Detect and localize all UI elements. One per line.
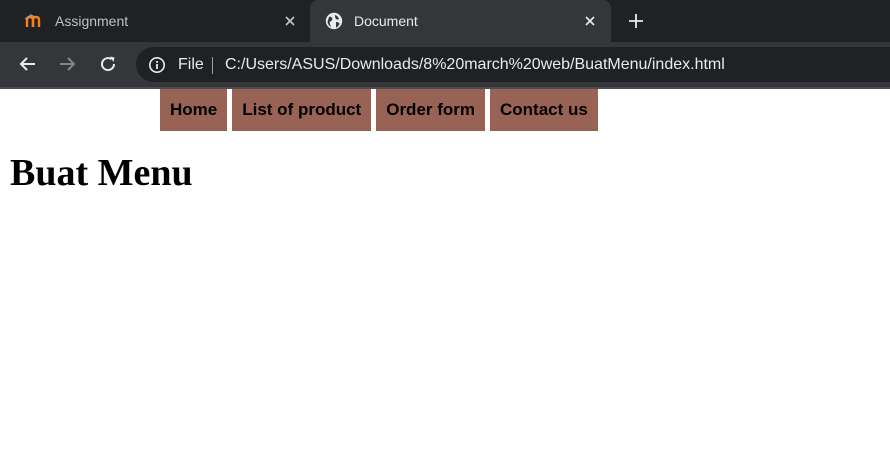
close-icon[interactable] (582, 13, 598, 29)
plus-icon (629, 14, 643, 28)
menu-item-list-of-product[interactable]: List of product (232, 89, 372, 131)
divider (212, 57, 213, 74)
reload-icon (101, 56, 116, 72)
tab-strip: Assignment Document (0, 0, 890, 42)
back-button[interactable] (16, 52, 40, 76)
arrow-left-icon (19, 57, 35, 71)
globe-icon (325, 12, 343, 30)
new-tab-button[interactable] (626, 11, 646, 31)
menu-item-home[interactable]: Home (160, 89, 228, 131)
browser-toolbar: File C:/Users/ASUS/Downloads/8%20march%2… (0, 42, 890, 87)
url-text[interactable]: C:/Users/ASUS/Downloads/8%20march%20web/… (225, 55, 725, 74)
moodle-icon (25, 12, 43, 30)
close-icon[interactable] (282, 13, 298, 29)
forward-button[interactable] (55, 52, 79, 76)
tab-title: Assignment (55, 13, 129, 29)
tab-title: Document (354, 13, 418, 29)
scheme-label: File (178, 56, 204, 73)
tab-assignment[interactable]: Assignment (0, 0, 310, 42)
reload-button[interactable] (96, 52, 120, 76)
menu-item-order-form[interactable]: Order form (376, 89, 486, 131)
address-bar[interactable]: File C:/Users/ASUS/Downloads/8%20march%2… (136, 47, 890, 82)
page-title: Buat Menu (10, 152, 193, 194)
info-icon[interactable] (148, 56, 166, 74)
nav-menu: Home List of product Order form Contact … (160, 89, 598, 131)
tab-document[interactable]: Document (310, 0, 611, 42)
page-content: Home List of product Order form Contact … (0, 89, 890, 466)
arrow-right-icon (60, 57, 76, 71)
menu-item-contact-us[interactable]: Contact us (490, 89, 598, 131)
